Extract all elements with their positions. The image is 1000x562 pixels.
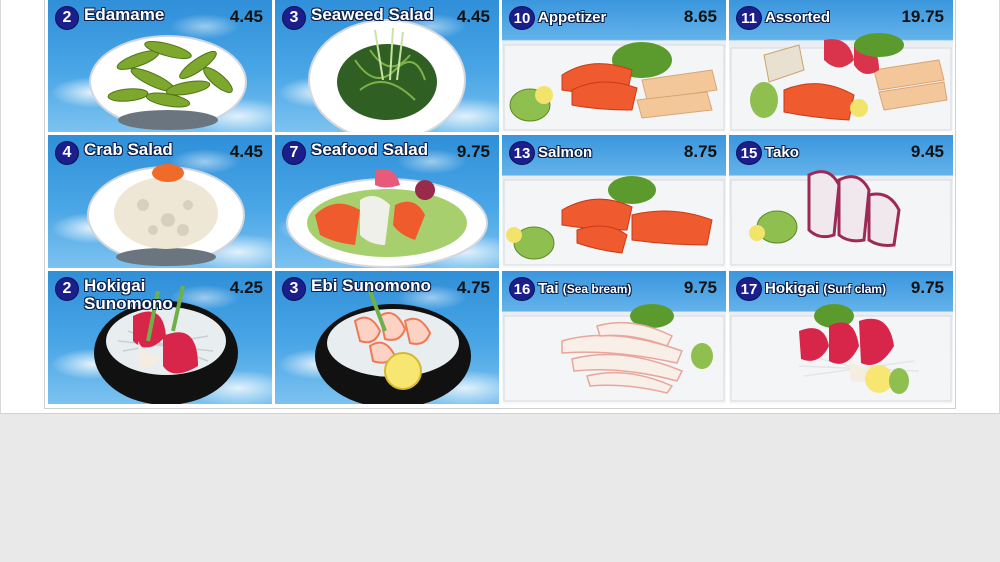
item-price: 4.25 bbox=[229, 278, 263, 297]
item-number-badge: 10 bbox=[509, 6, 535, 30]
item-name-line1: Hokigai bbox=[84, 276, 146, 295]
item-price: 4.75 bbox=[456, 278, 490, 297]
item-number-badge: 15 bbox=[736, 141, 762, 165]
item-name-main: Hokigai bbox=[765, 280, 820, 297]
item-price: 4.45 bbox=[229, 142, 263, 161]
menu-board: 2 Edamame 4.45 3 Seaweed Salad 4.45 10 A… bbox=[44, 0, 956, 409]
item-name-main: Tai bbox=[538, 280, 559, 297]
item-name: Hokigai (Surf clam) bbox=[765, 280, 886, 298]
item-name: Crab Salad bbox=[84, 140, 173, 159]
item-number-badge: 7 bbox=[282, 141, 306, 165]
item-price: 9.75 bbox=[910, 278, 944, 297]
menu-item-ebi-sunomono[interactable]: 3 Ebi Sunomono 4.75 bbox=[275, 271, 499, 404]
menu-item-tai[interactable]: 16 Tai (Sea bream) 9.75 bbox=[502, 271, 726, 404]
item-number-badge: 3 bbox=[282, 6, 306, 30]
item-name: Seaweed Salad bbox=[311, 5, 434, 24]
item-number-badge: 2 bbox=[55, 277, 79, 301]
item-price: 9.75 bbox=[683, 278, 717, 297]
menu-item-tako[interactable]: 15 Tako 9.45 bbox=[729, 135, 953, 268]
item-price: 9.45 bbox=[910, 142, 944, 161]
item-name: Appetizer bbox=[538, 9, 607, 26]
item-number-badge: 3 bbox=[282, 277, 306, 301]
item-number-badge: 2 bbox=[55, 6, 79, 30]
item-number-badge: 4 bbox=[55, 141, 79, 165]
item-price: 4.45 bbox=[456, 7, 490, 26]
item-price: 9.75 bbox=[456, 142, 490, 161]
menu-item-crab-salad[interactable]: 4 Crab Salad 4.45 bbox=[48, 135, 272, 268]
item-price: 4.45 bbox=[229, 7, 263, 26]
item-name-sub: (Surf clam) bbox=[823, 282, 887, 296]
menu-grid: 2 Edamame 4.45 3 Seaweed Salad 4.45 10 A… bbox=[48, 0, 954, 404]
item-name: Hokigai Sunomono bbox=[84, 277, 194, 313]
menu-item-hokigai-sunomono[interactable]: 2 Hokigai Sunomono 4.25 bbox=[48, 271, 272, 404]
item-price: 8.75 bbox=[683, 142, 717, 161]
menu-item-seafood-salad[interactable]: 7 Seafood Salad 9.75 bbox=[275, 135, 499, 268]
item-number-badge: 11 bbox=[736, 6, 762, 30]
item-name: Assorted bbox=[765, 9, 831, 26]
item-price: 8.65 bbox=[683, 7, 717, 26]
item-number-badge: 13 bbox=[509, 141, 535, 165]
item-name-sub: (Sea bream) bbox=[562, 282, 632, 296]
menu-item-appetizer[interactable]: 10 Appetizer 8.65 bbox=[502, 0, 726, 132]
item-name: Tai (Sea bream) bbox=[538, 280, 631, 298]
item-name: Tako bbox=[765, 144, 799, 161]
item-name: Seafood Salad bbox=[311, 140, 429, 159]
menu-item-seaweed-salad[interactable]: 3 Seaweed Salad 4.45 bbox=[275, 0, 499, 132]
item-name-line2: Sunomono bbox=[84, 294, 173, 313]
item-name: Salmon bbox=[538, 144, 593, 161]
item-number-badge: 17 bbox=[736, 277, 762, 301]
menu-item-salmon[interactable]: 13 Salmon 8.75 bbox=[502, 135, 726, 268]
menu-item-hokigai-surf-clam[interactable]: 17 Hokigai (Surf clam) 9.75 bbox=[729, 271, 953, 404]
item-name: Edamame bbox=[84, 5, 165, 24]
item-price: 19.75 bbox=[901, 7, 944, 26]
item-number-badge: 16 bbox=[509, 277, 535, 301]
menu-item-edamame[interactable]: 2 Edamame 4.45 bbox=[48, 0, 272, 132]
menu-item-assorted[interactable]: 11 Assorted 19.75 bbox=[729, 0, 953, 132]
item-name: Ebi Sunomono bbox=[311, 276, 431, 295]
